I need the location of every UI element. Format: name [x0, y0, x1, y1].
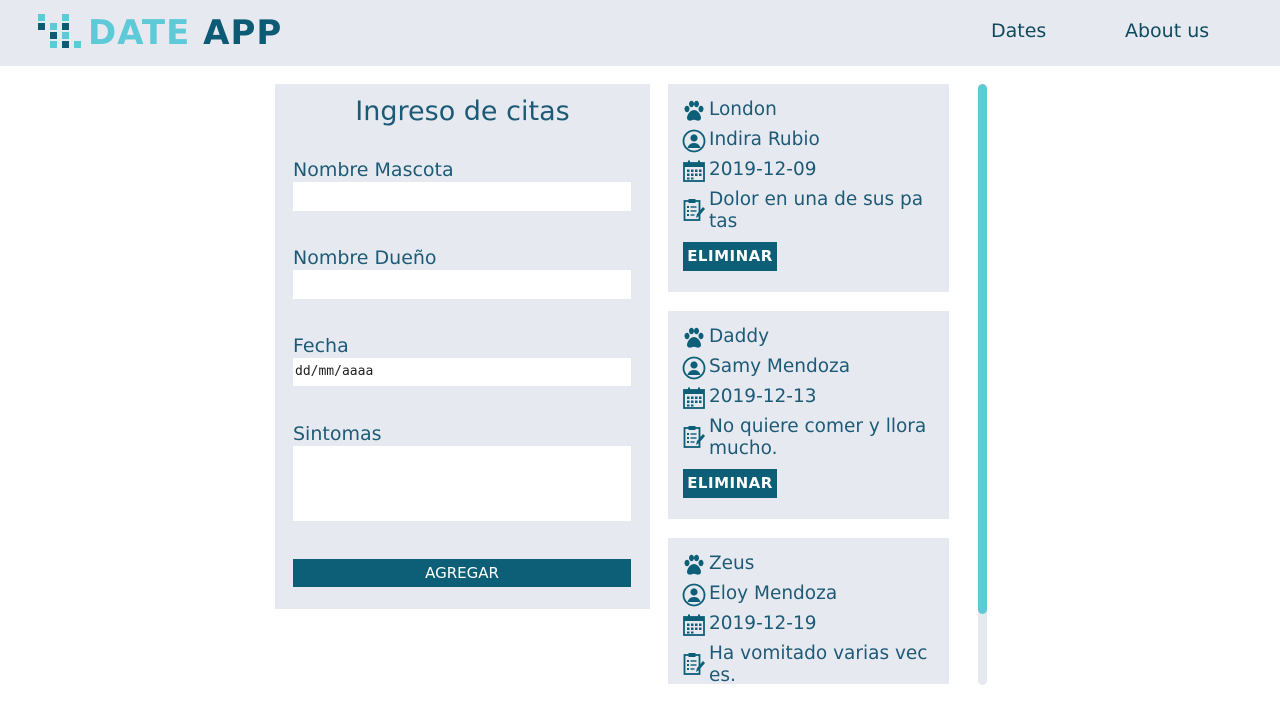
appointment-date: 2019-12-13 — [709, 386, 817, 407]
appointment-form: Ingreso de citas Nombre Mascota Nombre D… — [275, 84, 650, 609]
symptoms-line: No quiere comer y llora — [709, 416, 927, 437]
nav-link-dates[interactable]: Dates — [991, 20, 1046, 42]
user-icon — [682, 356, 706, 380]
owner-name: Samy Mendoza — [709, 356, 851, 377]
owner-name-label: Nombre Dueño — [293, 247, 437, 269]
user-icon — [682, 583, 706, 607]
list-scrollbar-track[interactable] — [978, 84, 987, 685]
app-logo[interactable]: DATE APP — [36, 14, 282, 52]
add-appointment-button[interactable]: AGREGAR — [293, 559, 631, 587]
list-scrollbar-thumb[interactable] — [978, 84, 987, 614]
date-input[interactable]: dd/mm/aaaa — [293, 358, 631, 386]
user-icon — [682, 129, 706, 153]
paw-icon — [684, 100, 704, 121]
logo-word-app: APP — [203, 13, 283, 53]
symptoms-line: mucho. — [709, 438, 778, 459]
clipboard-icon — [683, 653, 705, 675]
symptoms-line: es. — [709, 665, 736, 684]
symptoms-label: Sintomas — [293, 423, 382, 445]
logo-word-date: DATE — [88, 13, 191, 53]
form-title: Ingreso de citas — [355, 96, 570, 127]
pet-name-label: Nombre Mascota — [293, 159, 454, 181]
symptoms-textarea[interactable] — [293, 446, 631, 521]
calendar-icon — [683, 160, 705, 182]
pet-name-input[interactable] — [293, 182, 631, 211]
nav-link-about-us[interactable]: About us — [1125, 20, 1209, 42]
logo-mark-icon — [36, 14, 88, 52]
appointment-date: 2019-12-19 — [709, 613, 817, 634]
symptoms-line: tas — [709, 211, 738, 232]
paw-icon — [684, 554, 704, 575]
calendar-icon — [683, 387, 705, 409]
appointment-card: Zeus Eloy Mendoza 2019-12-19 Ha vomitado… — [668, 538, 949, 684]
date-label: Fecha — [293, 335, 349, 357]
owner-name: Eloy Mendoza — [709, 583, 838, 604]
delete-button[interactable]: ELIMINAR — [683, 469, 777, 498]
paw-icon — [684, 327, 704, 348]
pet-name: Daddy — [709, 326, 770, 347]
delete-button[interactable]: ELIMINAR — [683, 242, 777, 271]
pet-name: London — [709, 99, 777, 120]
symptoms-line: Ha vomitado varias vec — [709, 643, 928, 664]
logo-wordmark: DATE APP — [88, 14, 282, 52]
owner-name-input[interactable] — [293, 270, 631, 299]
appointment-card: London Indira Rubio 2019-12-09 Dolor en … — [668, 84, 949, 292]
owner-name: Indira Rubio — [709, 129, 820, 150]
symptoms-line: Dolor en una de sus pa — [709, 189, 924, 210]
top-navbar: DATE APP Dates About us — [0, 0, 1280, 66]
appointment-date: 2019-12-09 — [709, 159, 817, 180]
pet-name: Zeus — [709, 553, 755, 574]
appointment-card: Daddy Samy Mendoza 2019-12-13 No quiere … — [668, 311, 949, 519]
clipboard-icon — [683, 426, 705, 448]
calendar-icon — [683, 614, 705, 636]
appointment-list: London Indira Rubio 2019-12-09 Dolor en … — [668, 84, 950, 684]
clipboard-icon — [683, 199, 705, 221]
